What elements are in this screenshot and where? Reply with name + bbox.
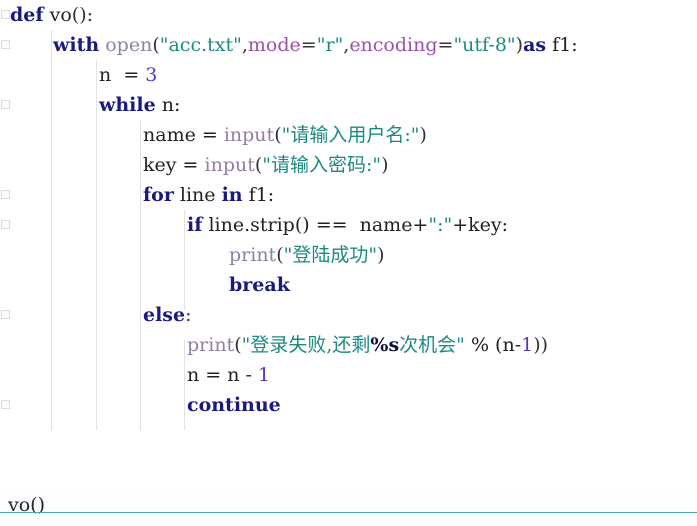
token-punc: ( — [274, 124, 282, 146]
token-kw: if — [187, 214, 203, 236]
line-n-equals-3[interactable]: n = 3 — [0, 60, 157, 90]
token-str: 次机会" — [399, 334, 465, 356]
token-kw: break — [229, 274, 290, 296]
token-kwarg: encoding — [349, 34, 438, 56]
token-kw: continue — [187, 394, 281, 416]
token-builtin: print — [187, 334, 235, 356]
line-call-vo: vo() — [8, 494, 45, 516]
line-name-input[interactable]: name = input("请输入用户名:") — [0, 120, 427, 150]
token-num: 1 — [257, 364, 271, 386]
token-plain: n = n - — [187, 364, 258, 386]
token-plain: % (n- — [464, 334, 522, 356]
token-str: "登录失败,还剩 — [241, 334, 371, 356]
token-builtin: input — [223, 124, 275, 146]
token-str: "请输入用户名:" — [281, 124, 420, 146]
code-editor[interactable]: def vo(): with open("acc.txt",mode="r",en… — [0, 0, 697, 526]
token-punc: ( — [276, 244, 284, 266]
token-punc: ( — [234, 334, 242, 356]
token-plain: line.strip() == name+ — [202, 214, 429, 236]
token-punc: )) — [533, 334, 549, 356]
line-n-decrement[interactable]: n = n - 1 — [0, 360, 270, 390]
token-fmt: %s — [370, 334, 400, 356]
token-punc: : — [185, 304, 192, 326]
token-str: "r" — [316, 34, 344, 56]
line-for-line-in-f1[interactable]: for line in f1: — [0, 180, 274, 210]
token-builtin: print — [229, 244, 277, 266]
token-kwarg: mode — [247, 34, 301, 56]
token-kw: as — [523, 34, 547, 56]
bottom-separator-rule — [0, 512, 697, 513]
token-plain: f1: — [546, 34, 578, 56]
token-punc: ) — [377, 244, 385, 266]
token-punc: ) — [515, 34, 524, 56]
token-str: "utf-8" — [453, 34, 516, 56]
token-plain: f1: — [242, 184, 275, 206]
line-print-success[interactable]: print("登陆成功") — [0, 240, 385, 270]
line-while-n[interactable]: while n: — [0, 90, 180, 120]
token-str: ":" — [428, 214, 453, 236]
token-punc: ( — [152, 34, 160, 56]
token-kw: with — [53, 34, 100, 56]
token-num: 1 — [521, 334, 534, 356]
indent-guide-2 — [140, 120, 141, 430]
token-plain: name = — [143, 124, 224, 146]
token-plain: n: — [155, 94, 181, 116]
token-punc: = — [437, 34, 454, 56]
token-builtin: open — [105, 34, 153, 56]
token-kw: while — [99, 94, 156, 116]
token-punc: ) — [381, 154, 389, 176]
line-with-open[interactable]: with open("acc.txt",mode="r",encoding="u… — [0, 30, 578, 60]
indent-guide-3 — [184, 210, 185, 310]
token-str: "请输入密码:" — [262, 154, 382, 176]
indent-guide-0 — [51, 30, 52, 430]
token-punc: = — [300, 34, 317, 56]
token-kw: for — [143, 184, 174, 206]
token-kw: else — [143, 304, 186, 326]
token-str: "acc.txt" — [159, 34, 242, 56]
line-print-failure[interactable]: print("登录失败,还剩%s次机会" % (n-1)) — [0, 330, 548, 360]
token-num: 3 — [145, 64, 158, 86]
token-kw: in — [221, 184, 243, 206]
token-punc: ) — [419, 124, 427, 146]
token-kw: def — [10, 4, 44, 26]
indent-guide-4 — [184, 340, 185, 430]
token-plain: n = — [99, 64, 146, 86]
token-punc: (): — [71, 4, 94, 26]
line-if-strip[interactable]: if line.strip() == name+":"+key: — [0, 210, 508, 240]
line-key-input[interactable]: key = input("请输入密码:") — [0, 150, 389, 180]
indent-guide-1 — [96, 60, 97, 430]
token-plain: key = — [143, 154, 205, 176]
line-def-vo[interactable]: def vo(): — [0, 0, 93, 30]
token-str: "登陆成功" — [283, 244, 378, 266]
token-plain: +key: — [452, 214, 509, 236]
line-break[interactable]: break — [0, 270, 290, 300]
token-plain: line — [173, 184, 222, 206]
token-plain: vo — [49, 4, 72, 26]
token-builtin: input — [204, 154, 255, 176]
bottom-highlight-band — [0, 490, 697, 512]
